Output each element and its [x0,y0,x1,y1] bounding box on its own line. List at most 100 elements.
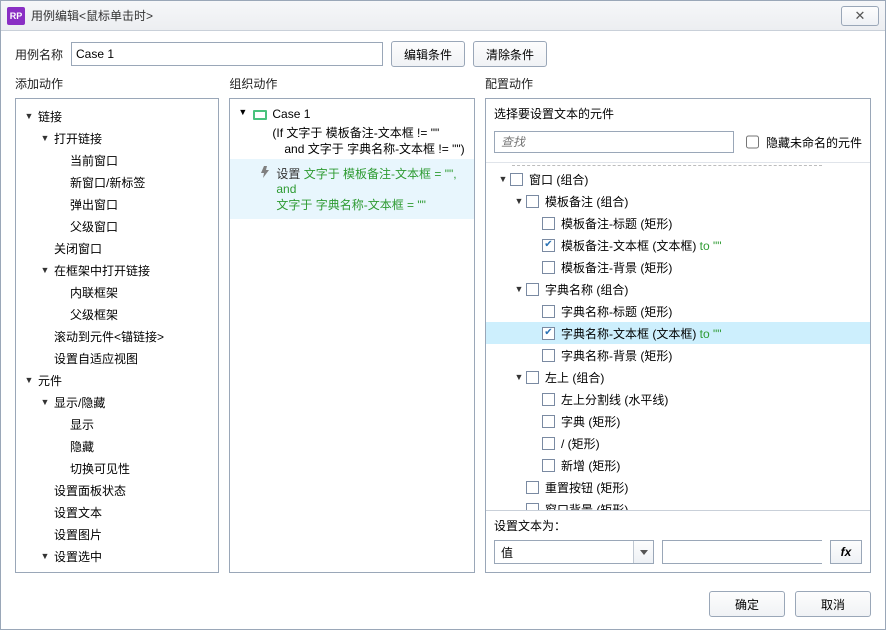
close-icon: ✕ [855,8,866,24]
chevron-down-icon: ▼ [22,373,36,387]
tree-link-category[interactable]: ▼链接 [16,105,218,127]
tree-parent-frame[interactable]: 父级框架 [16,303,218,325]
tree-open-link[interactable]: ▼打开链接 [16,127,218,149]
tree-open-in-frame[interactable]: ▼在框架中打开链接 [16,259,218,281]
tree-dict-name-bg[interactable]: 字典名称-背景 (矩形) [486,344,870,366]
tree-window-bg[interactable]: 窗口背景 (矩形) [486,498,870,510]
tree-new-window[interactable]: 新窗口/新标签 [16,171,218,193]
ok-button[interactable]: 确定 [709,591,785,617]
checkbox-checked[interactable] [542,239,555,252]
tree-reset-button[interactable]: 重置按钮 (矩形) [486,476,870,498]
organize-action-label: 组织动作 [229,75,475,92]
case-condition-line-1: (If 文字于 模板备注-文本框 != "" [230,125,474,141]
checkbox[interactable] [542,261,555,274]
checkbox[interactable] [526,481,539,494]
checkbox-checked[interactable] [542,327,555,340]
app-icon: RP [7,7,25,25]
checkbox[interactable] [510,173,523,186]
chevron-down-icon: ▼ [38,131,52,145]
checkbox[interactable] [542,393,555,406]
hide-unnamed-checkbox[interactable] [746,131,759,153]
fx-button[interactable]: fx [830,540,862,564]
tree-template-notes-bg[interactable]: 模板备注-背景 (矩形) [486,256,870,278]
tree-widget-category[interactable]: ▼元件 [16,369,218,391]
tree-set-selected[interactable]: ▼设置选中 [16,545,218,567]
tree-current-window[interactable]: 当前窗口 [16,149,218,171]
window-title: 用例编辑<鼠标单击时> [31,7,153,24]
chevron-down-icon: ▼ [22,109,36,123]
tree-set-adaptive-view[interactable]: 设置自适应视图 [16,347,218,369]
case-condition-line-2: and 文字于 字典名称-文本框 != "") [230,141,474,157]
case-name-label: 用例名称 [15,46,63,63]
chevron-down-icon: ▼ [38,263,52,277]
checkbox[interactable] [526,371,539,384]
case-icon [252,107,268,123]
tree-close-window[interactable]: 关闭窗口 [16,237,218,259]
tree-toggle-visibility[interactable]: 切换可见性 [16,457,218,479]
tree-scroll-to-anchor[interactable]: 滚动到元件<锚链接> [16,325,218,347]
add-action-tree: ▼链接 ▼打开链接 当前窗口 新窗口/新标签 弹出窗口 父级窗口 关闭窗口 ▼在… [16,105,218,573]
checkbox[interactable] [526,195,539,208]
tree-inline-frame[interactable]: 内联框架 [16,281,218,303]
tree-set-panel-state[interactable]: 设置面板状态 [16,479,218,501]
title-bar: RP 用例编辑<鼠标单击时> ✕ [1,1,885,31]
add-action-label: 添加动作 [15,75,219,92]
tree-dict-name-group[interactable]: ▼字典名称 (组合) [486,278,870,300]
tree-popup-window[interactable]: 弹出窗口 [16,193,218,215]
three-columns: 添加动作 ▼链接 ▼打开链接 当前窗口 新窗口/新标签 弹出窗口 父级窗口 关闭… [1,75,885,583]
tree-template-notes-textbox[interactable]: 模板备注-文本框 (文本框) to "" [486,234,870,256]
checkbox[interactable] [542,437,555,450]
case-name-input[interactable] [71,42,383,66]
tree-template-notes-title[interactable]: 模板备注-标题 (矩形) [486,212,870,234]
checkbox[interactable] [526,283,539,296]
hide-unnamed-row[interactable]: 隐藏未命名的元件 [742,128,862,156]
tree-dict[interactable]: 字典 (矩形) [486,410,870,432]
tree-slash[interactable]: / (矩形) [486,432,870,454]
tree-show[interactable]: 显示 [16,413,218,435]
organize-action-column: 组织动作 ▼ Case 1 (If 文字于 模板备注-文本框 != "" and… [229,75,475,573]
tree-window-group[interactable]: ▼窗口 (组合) [486,168,870,190]
configure-action-column: 配置动作 选择要设置文本的元件 隐藏未命名的元件 ▼窗口 (组合) ▼模板备注 … [485,75,871,573]
checkbox[interactable] [542,459,555,472]
chevron-down-icon: ▼ [38,395,52,409]
cancel-button[interactable]: 取消 [795,591,871,617]
action-item-set-text[interactable]: 设置 文字于 模板备注-文本框 = "", and 文字于 字典名称-文本框 =… [230,159,474,219]
chevron-down-icon: ▼ [38,549,52,563]
tree-parent-window[interactable]: 父级窗口 [16,215,218,237]
checkbox[interactable] [542,415,555,428]
add-action-panel: ▼链接 ▼打开链接 当前窗口 新窗口/新标签 弹出窗口 父级窗口 关闭窗口 ▼在… [15,98,219,573]
close-button[interactable]: ✕ [841,6,879,26]
dropdown-value: 值 [501,544,513,561]
checkbox[interactable] [542,349,555,362]
tree-set-image[interactable]: 设置图片 [16,523,218,545]
checkbox[interactable] [526,503,539,511]
configure-search-row: 隐藏未命名的元件 [486,124,870,162]
set-text-block: 设置文本为： 值 fx [486,510,870,572]
checkbox[interactable] [542,305,555,318]
tree-set-text[interactable]: 设置文本 [16,501,218,523]
configure-heading: 选择要设置文本的元件 [486,99,870,124]
tree-select[interactable]: 选中 [16,567,218,573]
clear-condition-button[interactable]: 清除条件 [473,41,547,67]
tree-hide[interactable]: 隐藏 [16,435,218,457]
set-text-mode-dropdown[interactable]: 值 [494,540,654,564]
set-text-value-input[interactable] [662,540,822,564]
tree-add-new[interactable]: 新增 (矩形) [486,454,870,476]
tree-dict-name-textbox[interactable]: 字典名称-文本框 (文本框) to "" [486,322,870,344]
dialog-window: { "window": { "title": "用例编辑<鼠标单击时>" }, … [0,0,886,630]
tree-show-hide[interactable]: ▼显示/隐藏 [16,391,218,413]
chevron-down-icon: ▼ [238,107,252,117]
tree-left-top-divider[interactable]: 左上分割线 (水平线) [486,388,870,410]
dialog-footer: 确定 取消 [1,583,885,629]
divider [512,165,822,166]
tree-dict-name-title[interactable]: 字典名称-标题 (矩形) [486,300,870,322]
case-node[interactable]: ▼ Case 1 [230,103,474,125]
tree-template-notes-group[interactable]: ▼模板备注 (组合) [486,190,870,212]
checkbox[interactable] [542,217,555,230]
edit-condition-button[interactable]: 编辑条件 [391,41,465,67]
search-input[interactable] [494,131,734,153]
hide-unnamed-label: 隐藏未命名的元件 [766,134,862,151]
tree-left-top-group[interactable]: ▼左上 (组合) [486,366,870,388]
chevron-down-icon: ▼ [496,172,510,186]
configure-panel: 选择要设置文本的元件 隐藏未命名的元件 ▼窗口 (组合) ▼模板备注 (组合) … [485,98,871,573]
